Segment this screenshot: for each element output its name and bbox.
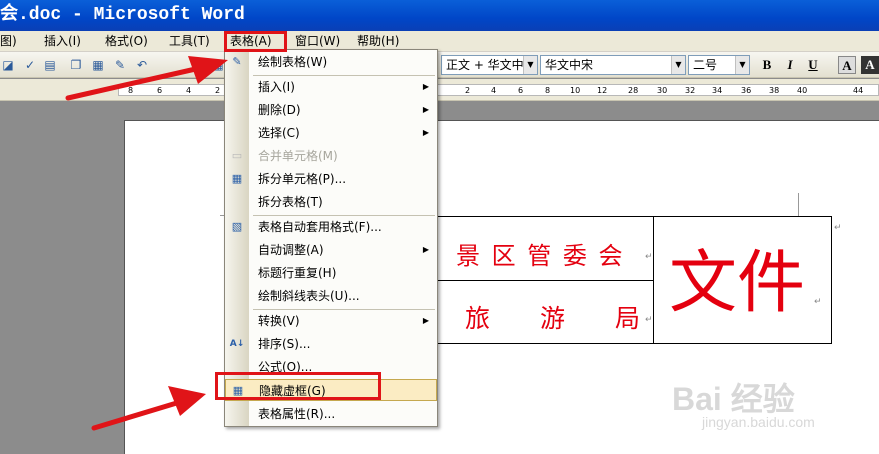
cell-document-title: 文件 — [669, 244, 806, 323]
menu-item-delete[interactable]: 删除(D) ▶ — [225, 99, 437, 121]
submenu-arrow-icon: ▶ — [422, 82, 429, 91]
menu-item-split-cells[interactable]: ▦ 拆分单元格(P)... — [225, 168, 437, 190]
bold-button[interactable]: B — [758, 56, 776, 74]
ruler-label: 32 — [685, 86, 696, 95]
ruler-label: 8 — [545, 86, 551, 95]
menu-item-table-properties[interactable]: 表格属性(R)... — [225, 403, 437, 425]
ruler-label: 30 — [657, 86, 668, 95]
submenu-arrow-icon: ▶ — [422, 128, 429, 137]
menu-item-convert[interactable]: 转换(V) ▶ — [225, 310, 437, 332]
split-cells-icon: ▦ — [231, 172, 243, 185]
hide-gridlines-highlight — [215, 372, 381, 400]
cell-scenic-committee: 景 区 管 委 会 — [456, 242, 625, 270]
ruler-label: 4 — [491, 86, 497, 95]
char-shading-button[interactable]: A — [861, 56, 879, 74]
ruler-label: 36 — [741, 86, 752, 95]
menu-item-autofit[interactable]: 自动调整(A) ▶ — [225, 239, 437, 261]
ruler-label: 44 — [853, 86, 864, 95]
research-icon[interactable]: ▤ — [42, 57, 58, 73]
ruler-label: 40 — [797, 86, 808, 95]
font-color-button[interactable]: A — [838, 56, 856, 74]
menu-item-table-autoformat[interactable]: ▧ 表格自动套用格式(F)... — [225, 216, 437, 238]
menu-item-merge-cells[interactable]: ▭ 合并单元格(M) — [225, 145, 437, 167]
ruler-label: 10 — [570, 86, 581, 95]
menu-view[interactable]: 图) — [0, 31, 17, 52]
paragraph-mark: ↵ — [834, 223, 842, 233]
table-menu-dropdown: ✎ 绘制表格(W) 插入(I) ▶ 删除(D) ▶ 选择(C) ▶ ▭ 合并单元… — [224, 49, 438, 427]
font-size-select[interactable]: 二号 ▼ — [688, 55, 750, 75]
sort-az-icon: A↓ — [229, 339, 245, 349]
menu-item-insert[interactable]: 插入(I) ▶ — [225, 76, 437, 98]
title-bar: 会.doc - Microsoft Word — [0, 0, 879, 31]
menu-item-heading-rows-repeat[interactable]: 标题行重复(H) — [225, 262, 437, 284]
red-arrow-icon — [91, 386, 206, 431]
ruler-label: 6 — [518, 86, 524, 95]
chevron-down-icon: ▼ — [671, 56, 685, 74]
spelling-icon[interactable]: ✓ — [22, 57, 38, 73]
submenu-arrow-icon: ▶ — [422, 316, 429, 325]
menu-item-split-table[interactable]: 拆分表格(T) — [225, 191, 437, 213]
submenu-arrow-icon: ▶ — [422, 105, 429, 114]
autoformat-icon: ▧ — [231, 220, 243, 233]
ruler-label: 12 — [597, 86, 608, 95]
chevron-down-icon: ▼ — [735, 56, 749, 74]
menu-item-select[interactable]: 选择(C) ▶ — [225, 122, 437, 144]
menu-item-draw-diagonal-header[interactable]: 绘制斜线表头(U)... — [225, 285, 437, 307]
cell-tourism-bureau: 旅 游 局 — [465, 304, 641, 333]
chevron-down-icon: ▼ — [523, 56, 537, 74]
ruler-label: 28 — [628, 86, 639, 95]
italic-button[interactable]: I — [781, 56, 799, 74]
paragraph-mark: ↵ — [645, 252, 653, 262]
ruler-label: 34 — [712, 86, 723, 95]
red-arrow-icon — [65, 56, 228, 101]
merge-cells-icon: ▭ — [231, 149, 243, 162]
menu-item-draw-table[interactable]: ✎ 绘制表格(W) — [225, 51, 437, 73]
ruler-label: 2 — [465, 86, 471, 95]
window-title: 会.doc - Microsoft Word — [0, 5, 245, 25]
paragraph-mark: ↵ — [814, 297, 822, 307]
table-column-divider — [653, 217, 654, 343]
menu-item-sort[interactable]: A↓ 排序(S)... — [225, 333, 437, 355]
style-select[interactable]: 正文 + 华文中 ▼ — [441, 55, 538, 75]
watermark-url: jingyan.baidu.com — [702, 414, 815, 430]
submenu-arrow-icon: ▶ — [422, 245, 429, 254]
crop-mark — [798, 193, 799, 216]
print-preview-icon[interactable]: ◪ — [0, 57, 16, 73]
ruler-label: 38 — [769, 86, 780, 95]
paragraph-mark: ↵ — [645, 315, 653, 325]
font-select[interactable]: 华文中宋 ▼ — [540, 55, 686, 75]
underline-button[interactable]: U — [804, 56, 822, 74]
